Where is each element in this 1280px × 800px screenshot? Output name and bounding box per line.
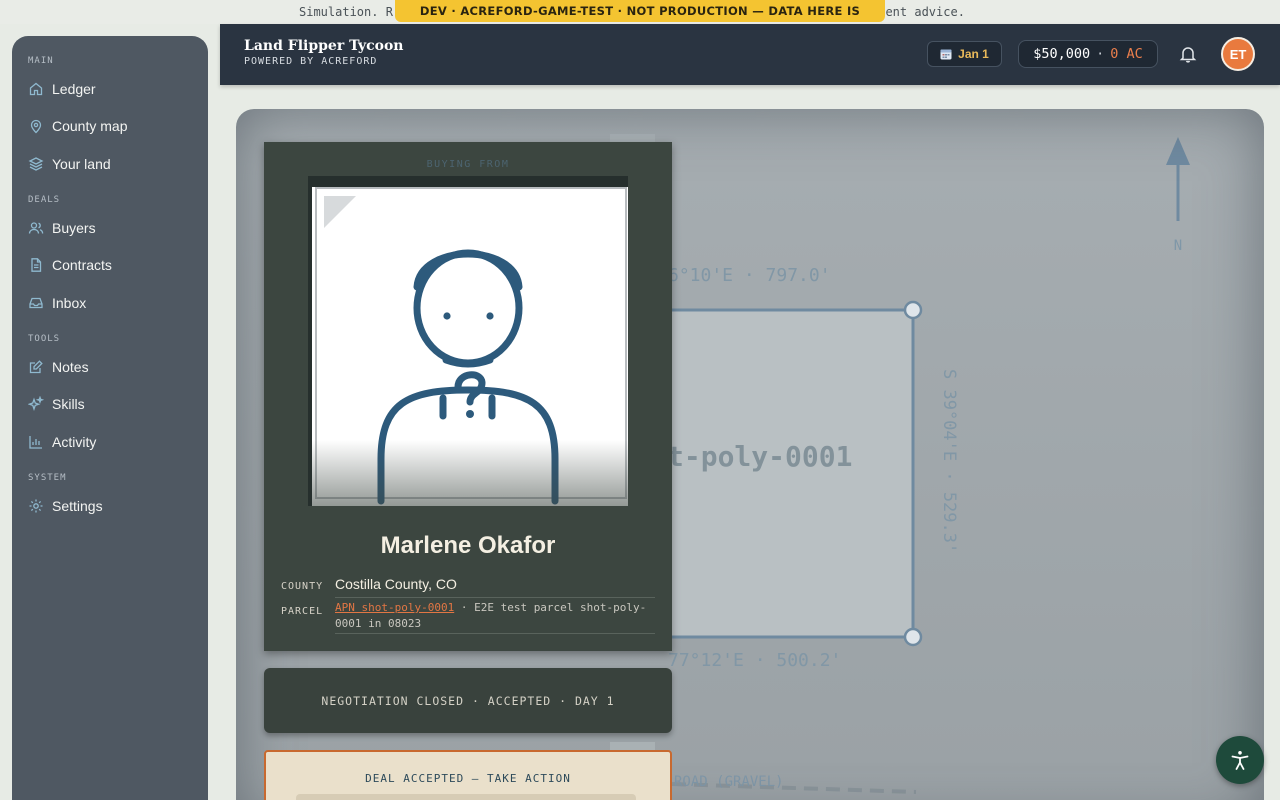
sidebar-item-inbox[interactable]: Inbox [28, 290, 198, 316]
seller-eyebrow: BUYING FROM [426, 159, 510, 170]
map-pin-icon [30, 119, 42, 134]
balance-separator: · [1096, 46, 1105, 62]
sidebar-item-activity[interactable]: Activity [28, 429, 198, 455]
sidebar-item-label: County map [52, 118, 128, 134]
sidebar-item-label: Inbox [52, 295, 87, 311]
negotiation-status-text: NEGOTIATION CLOSED · ACCEPTED · DAY 1 [321, 693, 615, 708]
accessibility-icon [1231, 751, 1249, 770]
disclaimer-right-text: tment advice. [871, 5, 965, 19]
cash-balance: $50,000 [1033, 46, 1091, 62]
bell-icon[interactable] [1178, 44, 1198, 64]
negotiation-status-card: NEGOTIATION CLOSED · ACCEPTED · DAY 1 [264, 668, 672, 733]
deal-accepted-body [296, 794, 636, 800]
sidebar-item-label: Notes [52, 359, 89, 375]
sidebar: MAIN Ledger County map Your land DEALS B… [12, 36, 208, 800]
sidebar-item-buyers[interactable]: Buyers [28, 215, 198, 241]
app-title[interactable]: Land Flipper Tycoon [244, 38, 403, 54]
user-avatar[interactable]: ET [1221, 37, 1255, 71]
game-date: Jan 1 [958, 47, 989, 61]
nav-section-deals: DEALS [28, 195, 61, 205]
dev-environment-banner: DEV · ACREFORD-GAME-TEST · NOT PRODUCTIO… [395, 0, 885, 40]
game-date-pill[interactable]: Jan 1 [927, 41, 1002, 67]
parcel-value: APN shot-poly-0001 · E2E test parcel sho… [335, 600, 655, 634]
sidebar-item-skills[interactable]: Skills [28, 391, 198, 417]
sidebar-item-label: Settings [52, 498, 103, 514]
top-header: Land Flipper Tycoon POWERED BY ACREFORD … [220, 24, 1280, 85]
gear-icon [29, 499, 43, 513]
apn-link[interactable]: APN shot-poly-0001 [335, 601, 454, 614]
nav-section-main: MAIN [28, 56, 54, 66]
seller-portrait [308, 176, 628, 506]
document-icon [31, 258, 42, 272]
county-label: COUNTY [281, 581, 324, 592]
sidebar-item-label: Contracts [52, 257, 112, 273]
app-subtitle: POWERED BY ACREFORD [244, 56, 378, 67]
sidebar-item-label: Buyers [52, 220, 96, 236]
sidebar-item-label: Ledger [52, 81, 96, 97]
seller-card: BUYING FROM Marlene Okafor COUNTY Costil… [264, 142, 672, 651]
layers-icon [28, 157, 44, 171]
parcel-label: PARCEL [281, 606, 324, 617]
sidebar-item-ledger[interactable]: Ledger [28, 76, 198, 102]
accessibility-button[interactable] [1216, 736, 1264, 784]
deal-accepted-card: DEAL ACCEPTED — TAKE ACTION [264, 750, 672, 800]
sparkle-icon [28, 396, 44, 412]
sidebar-item-contracts[interactable]: Contracts [28, 252, 198, 278]
disclaimer-left-text: Simulation. R [299, 5, 393, 19]
sidebar-item-label: Activity [52, 434, 97, 450]
sidebar-item-settings[interactable]: Settings [28, 493, 198, 519]
bar-chart-icon [29, 436, 42, 449]
calendar-icon [940, 49, 952, 60]
balance-pill[interactable]: $50,000 · 0 AC [1018, 40, 1158, 68]
note-edit-icon [29, 360, 43, 374]
home-icon [29, 82, 43, 96]
sidebar-item-label: Skills [52, 396, 85, 412]
acreage-balance: 0 AC [1110, 46, 1143, 62]
nav-section-tools: TOOLS [28, 334, 61, 344]
person-placeholder-icon [312, 187, 628, 506]
county-value: Costilla County, CO [335, 576, 655, 598]
sidebar-item-notes[interactable]: Notes [28, 354, 198, 380]
nav-section-system: SYSTEM [28, 473, 67, 483]
inbox-icon [29, 297, 43, 309]
seller-name: Marlene Okafor [380, 532, 556, 559]
sidebar-item-county-map[interactable]: County map [28, 113, 198, 139]
sidebar-item-your-land[interactable]: Your land [28, 151, 198, 177]
deal-accepted-title: DEAL ACCEPTED — TAKE ACTION [365, 772, 571, 785]
users-icon [28, 222, 44, 234]
sidebar-item-label: Your land [52, 156, 111, 172]
